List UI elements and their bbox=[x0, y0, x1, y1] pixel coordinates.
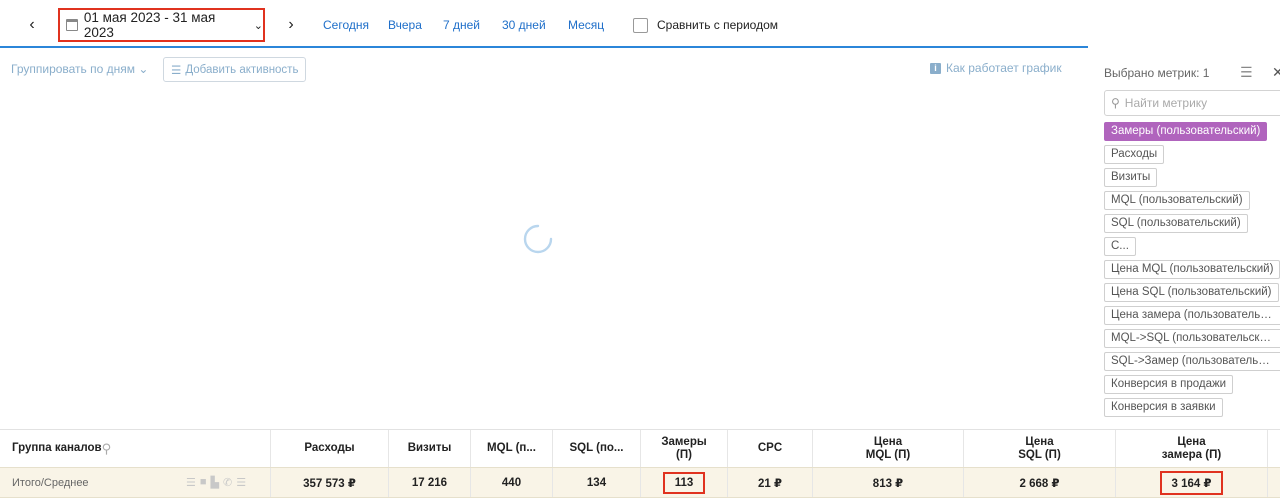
chart-icon[interactable]: ▙ bbox=[211, 476, 219, 489]
total-measurement-price: 3 164 ₽ bbox=[1159, 470, 1224, 495]
column-header-visits[interactable]: Визиты bbox=[389, 430, 471, 467]
total-measurements-cell: 113 bbox=[641, 468, 728, 497]
metrics-panel: Выбрано метрик: 1 ☰ ✕ ⚲ Замеры (пользова… bbox=[1088, 48, 1280, 429]
column-header-sql[interactable]: SQL (по... bbox=[553, 430, 641, 467]
metric-tag-sql-price[interactable]: Цена SQL (пользовательский) bbox=[1104, 283, 1279, 302]
total-mql: 440 bbox=[471, 468, 553, 497]
add-activity-label: Добавить активность bbox=[185, 63, 299, 76]
metric-tag-mql[interactable]: MQL (пользовательский) bbox=[1104, 191, 1250, 210]
row-view-icons: ☰ ■ ▙ ✆ ☰ bbox=[186, 476, 246, 489]
date-range-value: 01 мая 2023 - 31 мая 2023 bbox=[83, 10, 216, 40]
chevron-down-icon: ⌄ bbox=[138, 62, 149, 76]
column-header-sql-price[interactable]: Цена SQL (П) bbox=[964, 430, 1116, 467]
quick-range-yesterday[interactable]: Вчера bbox=[388, 18, 422, 32]
menu-icon[interactable]: ☰ bbox=[236, 476, 246, 489]
quick-range-today[interactable]: Сегодня bbox=[323, 18, 369, 32]
column-header-measurement-price[interactable]: Цена замера (П) bbox=[1116, 430, 1268, 467]
total-row-label: Итого/Среднее bbox=[12, 476, 89, 489]
metric-search-box: ⚲ bbox=[1104, 90, 1280, 116]
metric-tag-mql-to-sql[interactable]: MQL->SQL (пользовательский) bbox=[1104, 329, 1280, 348]
metric-tag-measurements[interactable]: Замеры (пользовательский) bbox=[1104, 122, 1268, 141]
list-icon: ☰ bbox=[171, 64, 182, 77]
column-header-expenses[interactable]: Расходы bbox=[271, 430, 389, 467]
column-header-cpc[interactable]: CPC bbox=[728, 430, 813, 467]
compare-period-checkbox[interactable] bbox=[633, 18, 648, 33]
total-measurement-price-cell: 3 164 ₽ bbox=[1116, 468, 1268, 497]
group-by-label: Группировать по дням bbox=[11, 62, 136, 76]
add-activity-button[interactable]: ☰ Добавить активность bbox=[163, 57, 307, 82]
total-sql: 134 bbox=[553, 468, 641, 497]
metric-tag-sql-to-measurement[interactable]: SQL->Замер (пользовательск... bbox=[1104, 352, 1280, 371]
metric-tag-request-conversion[interactable]: Конверсия в заявки bbox=[1104, 398, 1223, 417]
list-icon[interactable]: ☰ bbox=[186, 476, 196, 489]
loading-spinner-icon bbox=[523, 224, 553, 254]
metric-search-input[interactable] bbox=[1124, 96, 1275, 110]
column-header-measurements[interactable]: Замеры (П) bbox=[641, 430, 728, 467]
total-visits: 17 216 bbox=[389, 468, 471, 497]
quick-range-30-days[interactable]: 30 дней bbox=[502, 18, 546, 32]
metric-tag-mql-price[interactable]: Цена MQL (пользовательский) bbox=[1104, 260, 1280, 279]
group-header-label: Группа каналов bbox=[12, 442, 102, 454]
metric-tag-sales-conversion[interactable]: Конверсия в продажи bbox=[1104, 375, 1234, 394]
date-range-picker[interactable]: 01 мая 2023 - 31 мая 2023 ⌄ bbox=[58, 8, 265, 42]
total-mql-price: 813 ₽ bbox=[813, 468, 964, 497]
close-icon[interactable]: ✕ bbox=[1272, 64, 1280, 81]
metric-tag-c[interactable]: С... bbox=[1104, 237, 1136, 256]
period-toolbar: ‹ 01 мая 2023 - 31 мая 2023 ⌄ › Сегодня … bbox=[0, 0, 1088, 48]
square-icon[interactable]: ■ bbox=[200, 476, 207, 489]
selected-metrics-count: Выбрано метрик: 1 bbox=[1104, 66, 1210, 80]
total-sql-price: 2 668 ₽ bbox=[964, 468, 1116, 497]
quick-range-7-days[interactable]: 7 дней bbox=[443, 18, 480, 32]
metric-tag-visits[interactable]: Визиты bbox=[1104, 168, 1158, 187]
search-icon: ⚲ bbox=[1111, 96, 1120, 110]
total-expenses: 357 573 ₽ bbox=[271, 468, 389, 497]
total-row-label-cell: Итого/Среднее ☰ ■ ▙ ✆ ☰ bbox=[0, 468, 271, 497]
column-header-mql[interactable]: MQL (п... bbox=[471, 430, 553, 467]
column-header-mql-price[interactable]: Цена MQL (П) bbox=[813, 430, 964, 467]
quick-range-month[interactable]: Месяц bbox=[568, 18, 604, 32]
group-column-header[interactable]: Группа каналов ⚲ bbox=[0, 430, 271, 467]
metric-tag-list: Замеры (пользовательский) Расходы Визиты… bbox=[1104, 122, 1280, 421]
table-header: Группа каналов ⚲ Расходы Визиты MQL (п..… bbox=[0, 430, 1280, 467]
compare-period-label: Сравнить с периодом bbox=[657, 18, 779, 32]
search-icon[interactable]: ⚲ bbox=[102, 442, 112, 455]
how-chart-works-link[interactable]: i Как работает график bbox=[930, 61, 1062, 75]
phone-icon[interactable]: ✆ bbox=[223, 476, 232, 489]
list-view-icon[interactable]: ☰ bbox=[1240, 64, 1253, 81]
calendar-icon bbox=[66, 19, 78, 31]
table-row: Итого/Среднее ☰ ■ ▙ ✆ ☰ 357 573 ₽ 17 216… bbox=[0, 467, 1280, 498]
next-period-button[interactable]: › bbox=[279, 12, 303, 38]
total-measurements: 113 bbox=[662, 471, 706, 494]
metric-tag-sql[interactable]: SQL (пользовательский) bbox=[1104, 214, 1248, 233]
metric-tag-expenses[interactable]: Расходы bbox=[1104, 145, 1165, 164]
chevron-down-icon: ⌄ bbox=[253, 19, 263, 32]
prev-period-button[interactable]: ‹ bbox=[20, 12, 44, 38]
metric-tag-measurement-price[interactable]: Цена замера (пользовательс... bbox=[1104, 306, 1280, 325]
report-table: Группа каналов ⚲ Расходы Визиты MQL (п..… bbox=[0, 429, 1280, 499]
how-chart-works-label: Как работает график bbox=[946, 61, 1062, 75]
total-cpc: 21 ₽ bbox=[728, 468, 813, 497]
group-by-dropdown[interactable]: Группировать по дням ⌄ bbox=[11, 62, 148, 76]
info-icon: i bbox=[930, 62, 941, 74]
